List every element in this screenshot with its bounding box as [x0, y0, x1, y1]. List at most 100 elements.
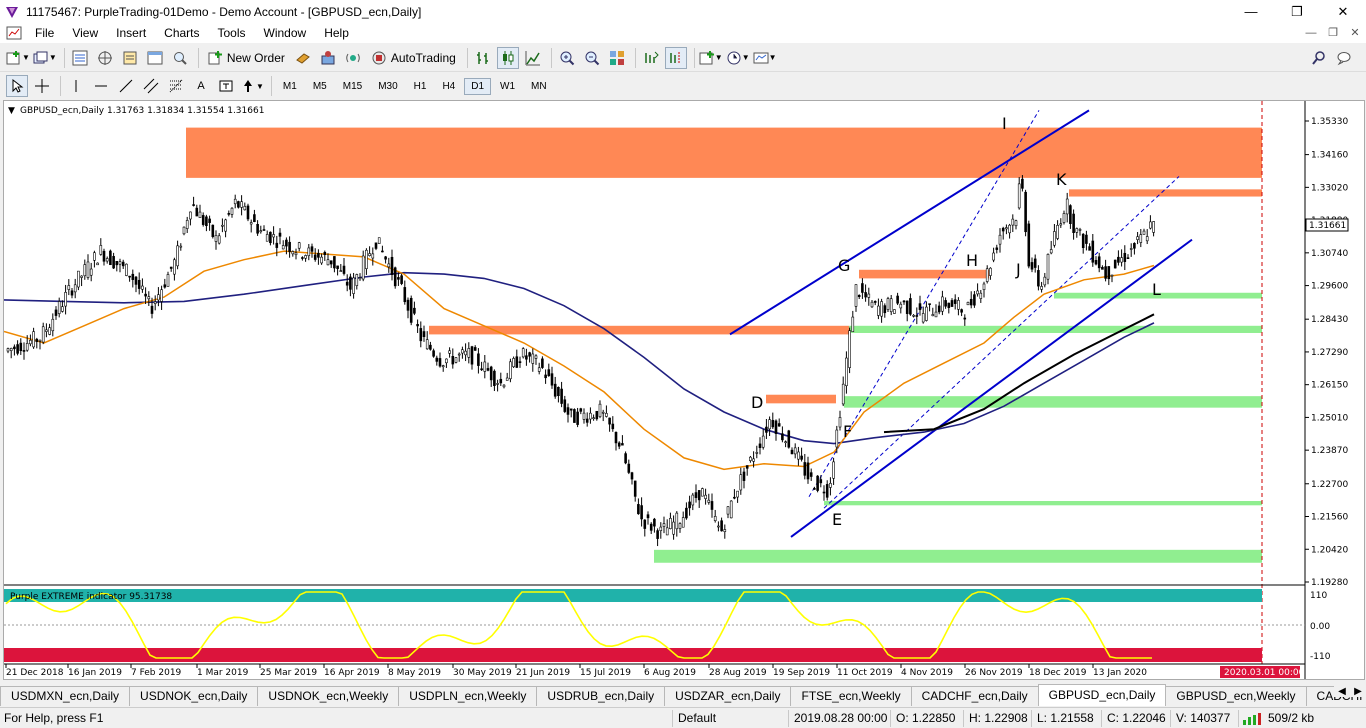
cursor-button[interactable] [6, 75, 28, 97]
strategy-tester-button[interactable] [169, 47, 191, 69]
chat-button[interactable] [1333, 47, 1355, 69]
periods-button[interactable]: ▼ [726, 47, 750, 69]
tab-gbpusd-daily[interactable]: GBPUSD_ecn,Daily [1037, 684, 1167, 706]
bearish-candle [1104, 266, 1107, 279]
fibonacci-button[interactable] [165, 75, 187, 97]
tab-cadchf-daily[interactable]: CADCHF_ecn,Daily [910, 686, 1039, 706]
bearish-candle [800, 455, 803, 460]
bullish-candle [377, 237, 381, 244]
timeframe-h4[interactable]: H4 [435, 78, 462, 95]
bullish-candle [509, 361, 512, 380]
profiles-button[interactable]: ▼ [33, 47, 57, 69]
crosshair-button[interactable] [31, 75, 53, 97]
bullish-candle [249, 222, 253, 225]
text-button[interactable]: A [190, 75, 212, 97]
line-chart-button[interactable] [522, 47, 544, 69]
mdi-close-button[interactable]: ✕ [1344, 23, 1366, 43]
metaeditor-button[interactable] [292, 47, 314, 69]
market-watch-button[interactable] [69, 47, 91, 69]
bearish-candle [563, 399, 567, 412]
bullish-candle [243, 206, 247, 211]
signals-button[interactable] [317, 47, 339, 69]
data-window-button[interactable] [119, 47, 141, 69]
navigator-button[interactable] [94, 47, 116, 69]
chart-window[interactable]: I K G H J L D F E ▼ GBPUSD_ecn,Daily 1.31763 1.3… [3, 100, 1365, 680]
tab-usdrub-daily[interactable]: USDRUB_ecn,Daily [536, 686, 666, 706]
tab-usdzar-daily[interactable]: USDZAR_ecn,Daily [664, 686, 792, 706]
menu-insert[interactable]: Insert [107, 26, 155, 40]
close-button[interactable]: ✕ [1320, 0, 1366, 23]
trendline-button[interactable] [115, 75, 137, 97]
autotrading-button[interactable]: AutoTrading [367, 47, 460, 69]
bullish-candle [157, 294, 160, 301]
tab-gbpusd-weekly[interactable]: GBPUSD_ecn,Weekly [1165, 686, 1307, 706]
zoom-in-icon [560, 51, 575, 65]
menu-help[interactable]: Help [315, 26, 358, 40]
bullish-candle [691, 494, 695, 506]
tab-ftse-weekly[interactable]: FTSE_ecn,Weekly [790, 686, 912, 706]
maximize-button[interactable]: ❐ [1274, 0, 1320, 23]
price-tick-label: 1.33020 [1311, 183, 1348, 193]
terminal-button[interactable] [144, 47, 166, 69]
timeframe-h1[interactable]: H1 [407, 78, 434, 95]
bearish-candle [195, 207, 199, 217]
mdi-restore-button[interactable]: ❐ [1322, 23, 1344, 43]
vertical-line-button[interactable] [65, 75, 87, 97]
tab-usdnok-weekly[interactable]: USDNOK_ecn,Weekly [257, 686, 400, 706]
text-label-button[interactable] [215, 75, 237, 97]
bullish-candle [880, 301, 883, 317]
current-price-label: 1.31661 [1309, 221, 1346, 231]
bar-chart-button[interactable] [472, 47, 494, 69]
auto-scroll-button[interactable] [640, 47, 662, 69]
menu-tools[interactable]: Tools [209, 26, 255, 40]
tab-usdmxn-daily[interactable]: USDMXN_ecn,Daily [0, 686, 131, 706]
bearish-candle [1117, 256, 1120, 263]
timeframe-mn[interactable]: MN [524, 78, 554, 95]
menu-file[interactable]: File [26, 26, 63, 40]
market-button[interactable] [342, 47, 364, 69]
arrows-button[interactable]: ▼ [240, 75, 264, 97]
zoom-out-button[interactable] [581, 47, 603, 69]
chart-shift-button[interactable] [664, 46, 687, 69]
candlestick-button[interactable] [496, 46, 519, 69]
horizontal-line-button[interactable] [90, 75, 112, 97]
bearish-candle [409, 297, 413, 323]
menu-view[interactable]: View [63, 26, 107, 40]
templates-button[interactable]: ▼ [753, 47, 777, 69]
new-chart-button[interactable]: ▼ [6, 47, 30, 69]
menu-charts[interactable]: Charts [155, 26, 208, 40]
search-icon [1312, 51, 1325, 65]
price-chart[interactable]: I K G H J L D F E ▼ GBPUSD_ecn,Daily 1.31763 1.3… [3, 101, 1364, 679]
zoom-in-button[interactable] [556, 47, 578, 69]
timeframe-m1[interactable]: M1 [276, 78, 304, 95]
bullish-candle [1040, 286, 1043, 290]
tab-scroll-left-button[interactable]: ◀ [1334, 686, 1350, 697]
new-order-button[interactable]: New Order [203, 47, 289, 69]
bearish-candle [1091, 240, 1095, 263]
tab-usdpln-weekly[interactable]: USDPLN_ecn,Weekly [398, 686, 538, 706]
equidistant-channel-button[interactable] [140, 75, 162, 97]
search-button[interactable] [1308, 47, 1330, 69]
bearish-candle [518, 361, 522, 363]
timeframe-m5[interactable]: M5 [306, 78, 334, 95]
minimize-button[interactable]: — [1228, 0, 1274, 23]
tab-scroll-right-button[interactable]: ▶ [1350, 686, 1366, 697]
date-tick-label: 28 Aug 2019 [709, 668, 767, 678]
bearish-candle [1001, 227, 1005, 232]
bearish-candle [1094, 260, 1098, 265]
price-tick-label: 1.20420 [1311, 545, 1348, 555]
menu-window[interactable]: Window [255, 26, 316, 40]
timeframe-d1[interactable]: D1 [464, 77, 492, 95]
timeframe-m15[interactable]: M15 [336, 78, 369, 95]
bullish-candle [934, 311, 938, 318]
mdi-minimize-button[interactable]: — [1300, 23, 1322, 43]
tab-usdnok-daily[interactable]: USDNOK_ecn,Daily [129, 686, 259, 706]
timeframe-w1[interactable]: W1 [493, 78, 522, 95]
timeframe-m30[interactable]: M30 [371, 78, 404, 95]
bullish-candle [86, 261, 90, 278]
bullish-candle [1145, 236, 1149, 242]
bearish-candle [624, 453, 627, 464]
indicators-button[interactable]: ▼ [699, 47, 723, 69]
bullish-candle [841, 383, 845, 405]
tile-windows-button[interactable] [606, 47, 628, 69]
